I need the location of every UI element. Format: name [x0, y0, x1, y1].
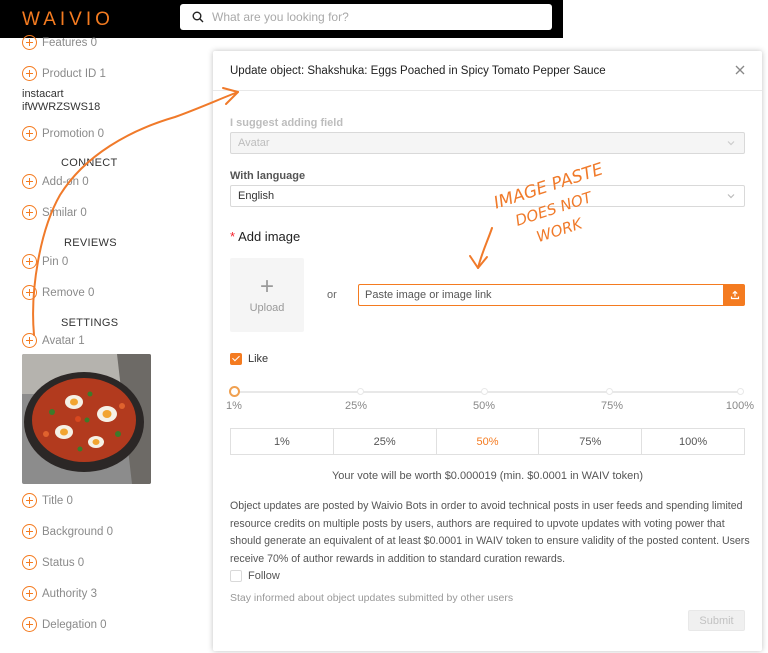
product-id-value: instacart ifWWRZSWS18: [22, 88, 101, 113]
slider-mark: 25%: [344, 400, 368, 412]
waivio-logo[interactable]: WAIVIO: [22, 9, 114, 31]
modal-title: Update object: Shakshuka: Eggs Poached i…: [230, 64, 606, 77]
sidebar-item-features[interactable]: Features 0: [22, 35, 97, 50]
paste-image-input[interactable]: Paste image or image link: [358, 284, 724, 306]
add-icon[interactable]: [22, 493, 37, 508]
top-header: WAIVIO What are you looking for?: [0, 0, 563, 38]
sidebar-item-title[interactable]: Title 0: [22, 493, 73, 508]
sidebar-item-product-id[interactable]: Product ID 1: [22, 66, 106, 81]
add-icon[interactable]: [22, 66, 37, 81]
add-icon[interactable]: [22, 35, 37, 50]
section-heading-settings: SETTINGS: [61, 317, 119, 329]
vote-worth-text: Your vote will be worth $0.000019 (min. …: [331, 470, 644, 482]
search-input[interactable]: What are you looking for?: [180, 4, 552, 30]
add-icon[interactable]: [22, 555, 37, 570]
upload-icon: [730, 290, 739, 300]
close-icon[interactable]: [734, 64, 746, 76]
slider-mark: 100%: [725, 400, 755, 412]
slider-mark: 75%: [600, 400, 624, 412]
add-icon[interactable]: [22, 254, 37, 269]
sidebar-item-similar[interactable]: Similar 0: [22, 205, 87, 220]
sidebar-item-remove[interactable]: Remove 0: [22, 285, 94, 300]
percent-button-1[interactable]: 1%: [231, 429, 334, 454]
add-icon[interactable]: [22, 617, 37, 632]
upload-button[interactable]: + Upload: [230, 258, 304, 332]
chevron-down-icon: [727, 141, 735, 146]
section-heading-reviews: REVIEWS: [64, 237, 117, 249]
section-heading-connect: CONNECT: [61, 157, 118, 169]
info-paragraph: Object updates are posted by Waivio Bots…: [230, 500, 750, 565]
add-icon[interactable]: [22, 205, 37, 220]
vote-slider-handle[interactable]: [229, 386, 240, 397]
checkbox-checked-icon: [230, 353, 242, 365]
chevron-down-icon: [727, 194, 735, 199]
app-root: WAIVIO What are you looking for? Feature…: [0, 0, 768, 653]
percent-button-25[interactable]: 25%: [334, 429, 437, 454]
add-image-label: * Add image: [230, 229, 301, 244]
add-icon[interactable]: [22, 524, 37, 539]
suggest-field-select: Avatar: [230, 132, 745, 154]
slider-mark: 1%: [226, 400, 242, 412]
add-icon[interactable]: [22, 174, 37, 189]
sidebar-item-status[interactable]: Status 0: [22, 555, 84, 570]
update-object-modal: Update object: Shakshuka: Eggs Poached i…: [213, 51, 762, 651]
sidebar-item-add-on[interactable]: Add-on 0: [22, 174, 89, 189]
object-fields-sidebar: Features 0 Product ID 1 instacart ifWWRZS…: [0, 35, 215, 653]
follow-checkbox[interactable]: Follow: [230, 570, 280, 582]
add-icon[interactable]: [22, 285, 37, 300]
language-label: With language: [230, 170, 306, 182]
slider-tick: [481, 388, 488, 395]
slider-tick: [606, 388, 613, 395]
sidebar-item-delegation[interactable]: Delegation 0: [22, 617, 107, 632]
slider-mark: 50%: [472, 400, 496, 412]
search-placeholder: What are you looking for?: [212, 10, 349, 24]
slider-tick: [357, 388, 364, 395]
or-text: or: [327, 289, 337, 301]
modal-header: Update object: Shakshuka: Eggs Poached i…: [213, 51, 762, 91]
sidebar-item-authority[interactable]: Authority 3: [22, 586, 97, 601]
add-icon[interactable]: [22, 126, 37, 141]
suggest-field-label: I suggest adding field: [230, 117, 344, 129]
like-checkbox[interactable]: Like: [230, 353, 268, 365]
avatar-image-shakshuka[interactable]: [22, 354, 151, 484]
slider-tick: [737, 388, 744, 395]
sidebar-item-promotion[interactable]: Promotion 0: [22, 126, 104, 141]
sidebar-item-background[interactable]: Background 0: [22, 524, 113, 539]
vote-percent-buttons: 1% 25% 50% 75% 100%: [230, 428, 745, 455]
add-icon[interactable]: [22, 586, 37, 601]
submit-button[interactable]: Submit: [688, 610, 745, 631]
stay-informed-text: Stay informed about object updates submi…: [230, 592, 514, 604]
search-icon: [192, 11, 204, 23]
checkbox-unchecked-icon: [230, 570, 242, 582]
plus-icon: +: [259, 273, 274, 300]
sidebar-item-avatar[interactable]: Avatar 1: [22, 333, 85, 348]
percent-button-100[interactable]: 100%: [642, 429, 744, 454]
add-icon[interactable]: [22, 333, 37, 348]
percent-button-75[interactable]: 75%: [539, 429, 643, 454]
language-select[interactable]: English: [230, 185, 745, 207]
percent-button-50[interactable]: 50%: [437, 429, 540, 454]
sidebar-item-pin[interactable]: Pin 0: [22, 254, 68, 269]
paste-upload-button[interactable]: [724, 284, 745, 306]
